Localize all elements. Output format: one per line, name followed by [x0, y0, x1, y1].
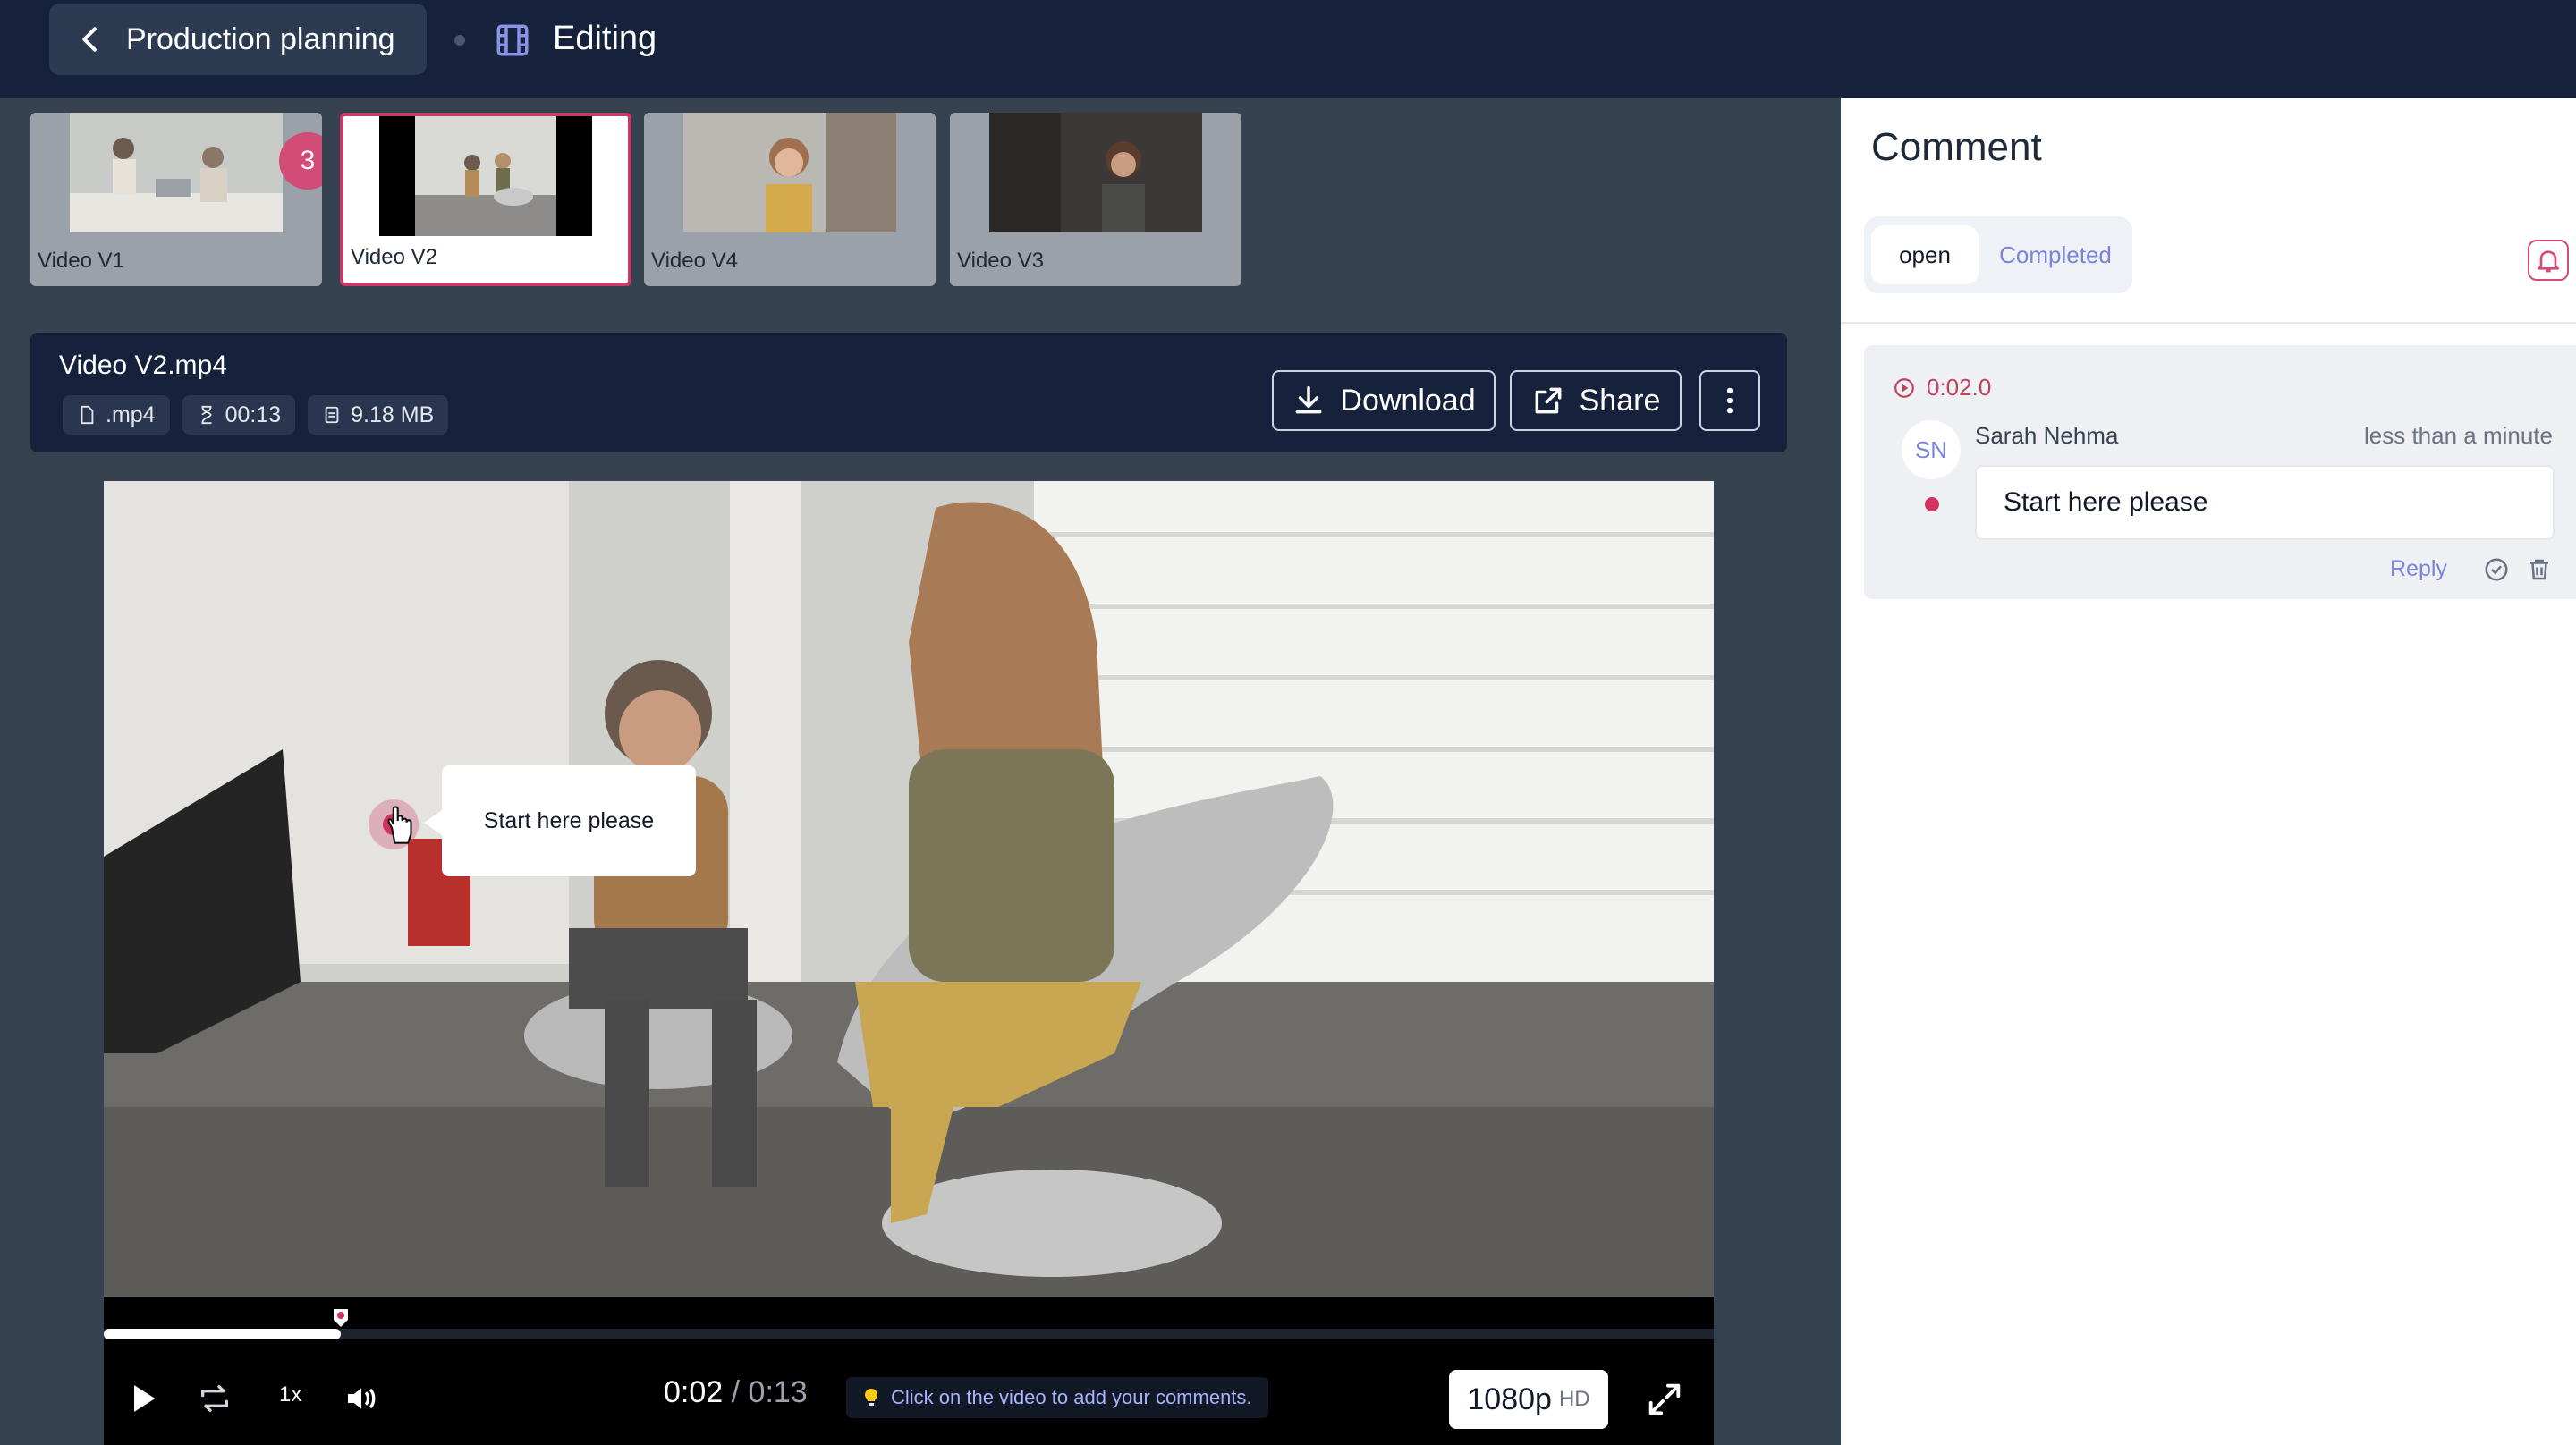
file-duration: 00:13 [225, 401, 282, 427]
thumbnail-label: Video V3 [957, 249, 1044, 273]
file-extension: .mp4 [106, 401, 156, 427]
video-frame[interactable] [104, 481, 1714, 1297]
comment-author: Sarah Nehma [1975, 422, 2119, 449]
player-controls: 1x 0:02 / 0:13 Click on the video to add… [104, 1357, 1714, 1440]
back-button[interactable]: Production planning [49, 4, 427, 75]
comments-panel: Comment open Completed 0:02.0 SN Sarah N… [1841, 98, 2576, 1445]
hd-badge: HD [1558, 1387, 1590, 1411]
panel-title: Comment [1871, 125, 2042, 169]
size-chip: 9.18 MB [308, 395, 449, 435]
total-duration: 0:13 [748, 1375, 808, 1409]
video-thumbnail-image [379, 116, 592, 236]
main-area: 3 Video V1 Video V2 Video V4 Video V3 Vi… [0, 98, 1841, 1445]
share-label: Share [1579, 383, 1661, 418]
comment-timestamp[interactable]: 0:02.0 [1893, 374, 1991, 401]
progress-fill [104, 1329, 341, 1339]
thumbnail-label: Video V2 [351, 245, 437, 269]
hourglass-icon [201, 405, 212, 425]
download-label: Download [1340, 383, 1476, 418]
file-title: Video V2.mp4 [59, 351, 227, 380]
video-thumbnail-image [683, 113, 896, 232]
hint-text: Click on the video to add your comments. [891, 1386, 1252, 1408]
download-button[interactable]: Download [1272, 370, 1496, 431]
unread-count-badge: 3 [279, 132, 322, 190]
lightbulb-icon [865, 1389, 877, 1406]
reply-button[interactable]: Reply [2390, 556, 2447, 582]
comment-text: Start here please [1975, 465, 2555, 540]
more-vertical-icon [1726, 387, 1733, 414]
thumbnail-video-v3[interactable]: Video V3 [950, 113, 1241, 286]
comment-pin-indicator [1925, 497, 1939, 511]
video-thumbnail-image [989, 113, 1202, 232]
file-info-bar: Video V2.mp4 .mp4 00:13 9.18 MB Download… [30, 333, 1787, 452]
volume-icon[interactable] [343, 1381, 379, 1416]
tab-completed[interactable]: Completed [1986, 225, 2125, 284]
file-meta: .mp4 00:13 9.18 MB [63, 395, 449, 435]
chevron-left-icon [82, 27, 97, 52]
film-icon [496, 24, 529, 56]
comment-time-ago: less than a minute [2363, 422, 2553, 449]
thumbnail-video-v4[interactable]: Video V4 [644, 113, 936, 286]
page-title: Editing [553, 20, 657, 57]
playback-speed-button[interactable]: 1x [279, 1382, 301, 1407]
play-icon[interactable] [125, 1381, 161, 1416]
thumbnail-video-v1[interactable]: 3 Video V1 [30, 113, 322, 286]
external-link-icon [1535, 387, 1562, 414]
video-thumbnail-image [70, 113, 283, 232]
trash-icon[interactable] [2526, 556, 2553, 583]
notifications-button[interactable] [2528, 240, 2569, 281]
database-icon [325, 406, 339, 424]
quality-label: 1080p [1467, 1382, 1552, 1416]
share-button[interactable]: Share [1510, 370, 1682, 431]
bell-icon [2538, 250, 2559, 273]
hand-cursor-icon [387, 806, 412, 844]
fullscreen-icon[interactable] [1644, 1379, 1685, 1420]
time-separator: / [723, 1375, 749, 1409]
play-circle-icon [1894, 377, 1914, 398]
file-type-chip: .mp4 [63, 395, 170, 435]
top-bar: Production planning Editing [0, 0, 2576, 98]
panel-divider [1841, 322, 2576, 324]
breadcrumb-separator [454, 35, 465, 46]
back-button-label: Production planning [126, 21, 395, 56]
more-options-button[interactable] [1699, 370, 1760, 431]
loop-icon[interactable] [197, 1381, 233, 1416]
thumbnail-label: Video V4 [651, 249, 738, 273]
quality-selector[interactable]: 1080p HD [1449, 1370, 1608, 1429]
comment-card[interactable]: 0:02.0 SN Sarah Nehma less than a minute… [1864, 345, 2576, 599]
file-size: 9.18 MB [351, 401, 435, 427]
annotation-text: Start here please [483, 807, 655, 833]
annotation-bubble[interactable]: Start here please [424, 765, 696, 876]
timestamp-text: 0:02.0 [1927, 374, 1992, 401]
time-display: 0:02 / 0:13 [664, 1375, 808, 1410]
check-circle-icon[interactable] [2483, 556, 2510, 583]
progress-bar[interactable] [104, 1329, 1714, 1339]
thumbnail-label: Video V1 [38, 249, 124, 273]
comment-status-tabs: open Completed [1864, 216, 2132, 293]
duration-chip: 00:13 [182, 395, 296, 435]
comment-marker[interactable] [332, 1307, 350, 1329]
tab-open[interactable]: open [1871, 225, 1979, 284]
current-time: 0:02 [664, 1375, 724, 1409]
thumbnail-video-v2[interactable]: Video V2 [340, 113, 631, 286]
avatar: SN [1902, 420, 1961, 479]
download-icon [1295, 386, 1322, 414]
comment-hint: Click on the video to add your comments. [846, 1377, 1268, 1418]
comment-body: Start here please [2004, 487, 2208, 517]
file-icon [80, 405, 94, 425]
video-player[interactable]: Start here please 1x 0:02 / 0:13 Click o… [104, 481, 1714, 1445]
